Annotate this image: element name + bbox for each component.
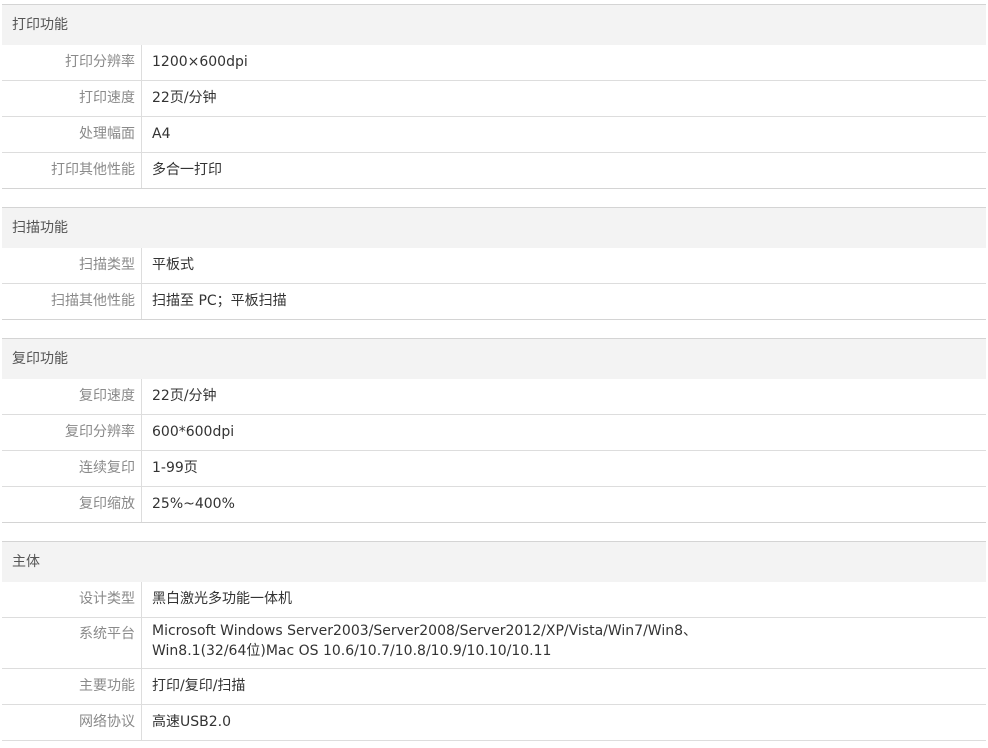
spec-row: 扫描其他性能 扫描至 PC；平板扫描: [2, 284, 986, 319]
section-title: 复印功能: [2, 339, 986, 379]
spec-row: 主要功能 打印/复印/扫描: [2, 669, 986, 705]
spec-row: 连续复印 1-99页: [2, 451, 986, 487]
spec-value: 打印/复印/扫描: [152, 678, 246, 694]
section-title: 扫描功能: [2, 208, 986, 248]
spec-value: A4: [152, 126, 171, 142]
spec-label: 连续复印: [2, 451, 142, 486]
spec-value: Microsoft Windows Server2003/Server2008/…: [142, 618, 986, 668]
spec-row: 系统平台 Microsoft Windows Server2003/Server…: [2, 618, 986, 669]
spec-label: 打印速度: [2, 81, 142, 116]
section-scan: 扫描功能 扫描类型 平板式 扫描其他性能 扫描至 PC；平板扫描: [2, 207, 986, 320]
section-title: 打印功能: [2, 5, 986, 45]
spec-label: 设计类型: [2, 582, 142, 617]
spec-value-line: Microsoft Windows Server2003/Server2008/…: [152, 623, 697, 639]
section-print: 打印功能 打印分辨率 1200×600dpi 打印速度 22页/分钟 处理幅面 …: [2, 4, 986, 189]
spec-label: 复印分辨率: [2, 415, 142, 450]
spec-row: 打印其他性能 多合一打印: [2, 153, 986, 188]
spec-value: 平板式: [152, 257, 194, 273]
spec-label: 复印缩放: [2, 487, 142, 522]
spec-value: 多合一打印: [152, 162, 222, 178]
spec-label: 处理幅面: [2, 117, 142, 152]
spec-value: 600*600dpi: [152, 424, 235, 440]
spec-row: 打印分辨率 1200×600dpi: [2, 45, 986, 81]
spec-row: 设计类型 黑白激光多功能一体机: [2, 582, 986, 618]
spec-row: 复印速度 22页/分钟: [2, 379, 986, 415]
spec-value: 1-99页: [152, 460, 198, 476]
spec-row: 扫描类型 平板式: [2, 248, 986, 284]
spec-label: 扫描其他性能: [2, 284, 142, 319]
section-copy: 复印功能 复印速度 22页/分钟 复印分辨率 600*600dpi 连续复印 1…: [2, 338, 986, 523]
spec-label: 打印分辨率: [2, 45, 142, 80]
section-main-body: 主体 设计类型 黑白激光多功能一体机 系统平台 Microsoft Window…: [2, 541, 986, 741]
spec-value: 25%~400%: [152, 496, 235, 512]
spec-label: 复印速度: [2, 379, 142, 414]
spec-value: 22页/分钟: [152, 388, 217, 404]
spec-row: 处理幅面 A4: [2, 117, 986, 153]
spec-label: 打印其他性能: [2, 153, 142, 188]
spec-row: 复印缩放 25%~400%: [2, 487, 986, 522]
spec-value-line: Win8.1(32/64位)Mac OS 10.6/10.7/10.8/10.9…: [152, 643, 552, 659]
spec-row: 打印速度 22页/分钟: [2, 81, 986, 117]
section-title: 主体: [2, 542, 986, 582]
spec-row: 网络协议 高速USB2.0: [2, 705, 986, 741]
spec-value: 1200×600dpi: [152, 54, 248, 70]
spec-label: 主要功能: [2, 669, 142, 704]
spec-label: 扫描类型: [2, 248, 142, 283]
spec-page: 打印功能 打印分辨率 1200×600dpi 打印速度 22页/分钟 处理幅面 …: [0, 0, 988, 748]
spec-value: 高速USB2.0: [152, 714, 232, 730]
spec-value: 扫描至 PC；平板扫描: [152, 293, 287, 309]
spec-label: 网络协议: [2, 705, 142, 740]
spec-value: 22页/分钟: [152, 90, 217, 106]
spec-row: 复印分辨率 600*600dpi: [2, 415, 986, 451]
spec-value: 黑白激光多功能一体机: [152, 591, 292, 607]
spec-label: 系统平台: [2, 618, 142, 668]
